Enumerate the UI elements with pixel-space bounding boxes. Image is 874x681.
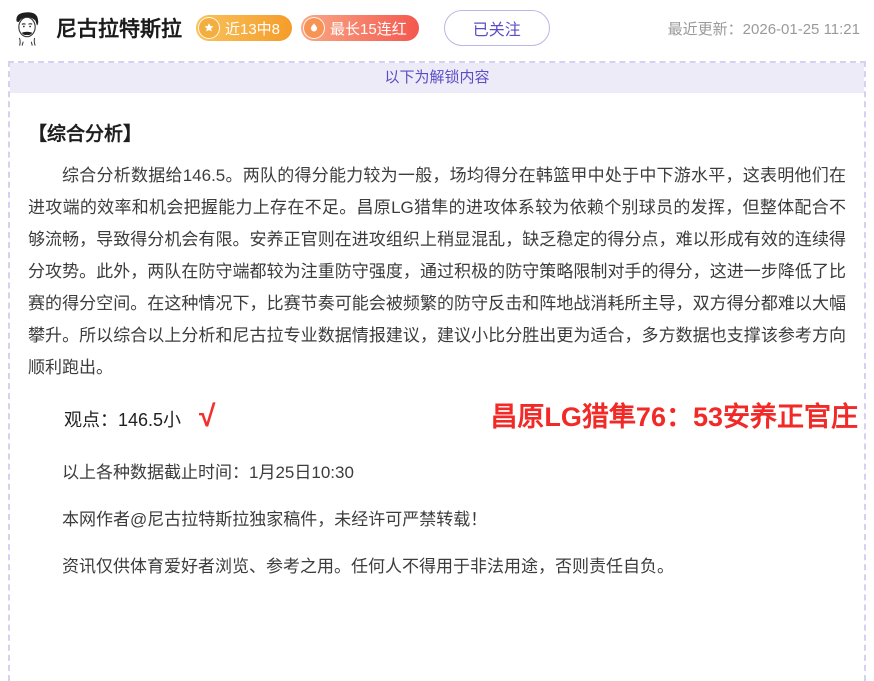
final-score: 昌原LG猎隼76：53安养正官庄 [490, 396, 858, 438]
article-content: 【综合分析】 综合分析数据给146.5。两队的得分能力较为一般，场均得分在韩篮甲… [10, 119, 864, 579]
follow-button[interactable]: 已关注 [444, 10, 550, 46]
streak-label: 最长15连红 [330, 18, 407, 39]
analysis-paragraph: 综合分析数据给146.5。两队的得分能力较为一般，场均得分在韩篮甲中处于中下游水… [28, 160, 846, 384]
last-updated-label: 最近更新： [668, 21, 743, 38]
flame-icon [303, 17, 325, 39]
star-icon [198, 17, 220, 39]
author-header: 尼古拉特斯拉 近13中8 最长15连红 已关注 最近更新：2026-01-25 … [0, 0, 874, 56]
unlock-banner: 以下为解锁内容 [10, 63, 864, 93]
correct-check-mark: √ [199, 400, 215, 433]
unlocked-content-box: 以下为解锁内容 【综合分析】 综合分析数据给146.5。两队的得分能力较为一般，… [8, 61, 866, 681]
viewpoint-value: 146.5小 [118, 410, 181, 430]
data-deadline: 以上各种数据截止时间：1月25日10:30 [28, 461, 846, 485]
last-updated: 最近更新：2026-01-25 11:21 [668, 18, 860, 39]
viewpoint-label: 观点： [64, 410, 118, 430]
last-updated-time: 2026-01-25 11:21 [743, 21, 860, 38]
recent-record-badge: 近13中8 [196, 15, 292, 41]
viewpoint-row: 观点：146.5小√ 昌原LG猎隼76：53安养正官庄 [28, 396, 846, 438]
disclaimer: 资讯仅供体育爱好者浏览、参考之用。任何人不得用于非法用途，否则责任自负。 [28, 555, 846, 579]
avatar[interactable] [8, 9, 46, 47]
recent-record-label: 近13中8 [225, 18, 280, 39]
author-name: 尼古拉特斯拉 [56, 13, 182, 43]
section-title: 【综合分析】 [28, 119, 846, 146]
copyright-notice: 本网作者@尼古拉特斯拉独家稿件，未经许可严禁转载！ [28, 508, 846, 532]
streak-badge: 最长15连红 [301, 15, 419, 41]
